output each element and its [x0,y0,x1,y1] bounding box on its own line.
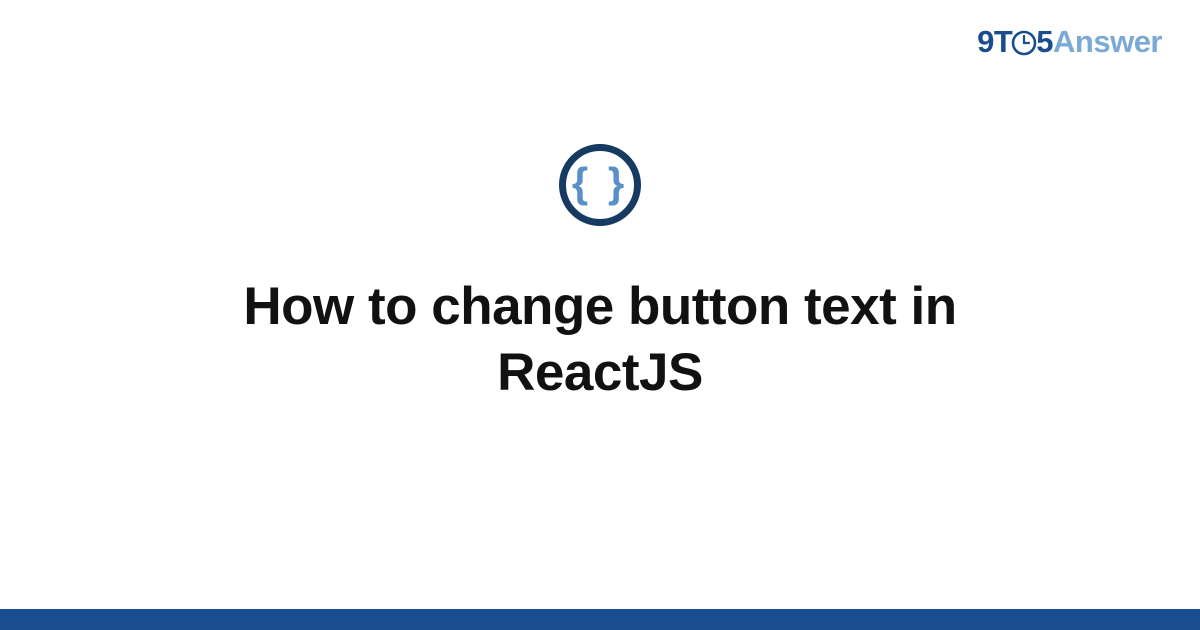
code-braces-icon: { } [559,144,641,226]
footer-accent-bar [0,609,1200,630]
page-title: How to change button text in ReactJS [150,274,1050,407]
braces-glyph: { } [572,162,628,204]
main-content: { } How to change button text in ReactJS [0,0,1200,630]
